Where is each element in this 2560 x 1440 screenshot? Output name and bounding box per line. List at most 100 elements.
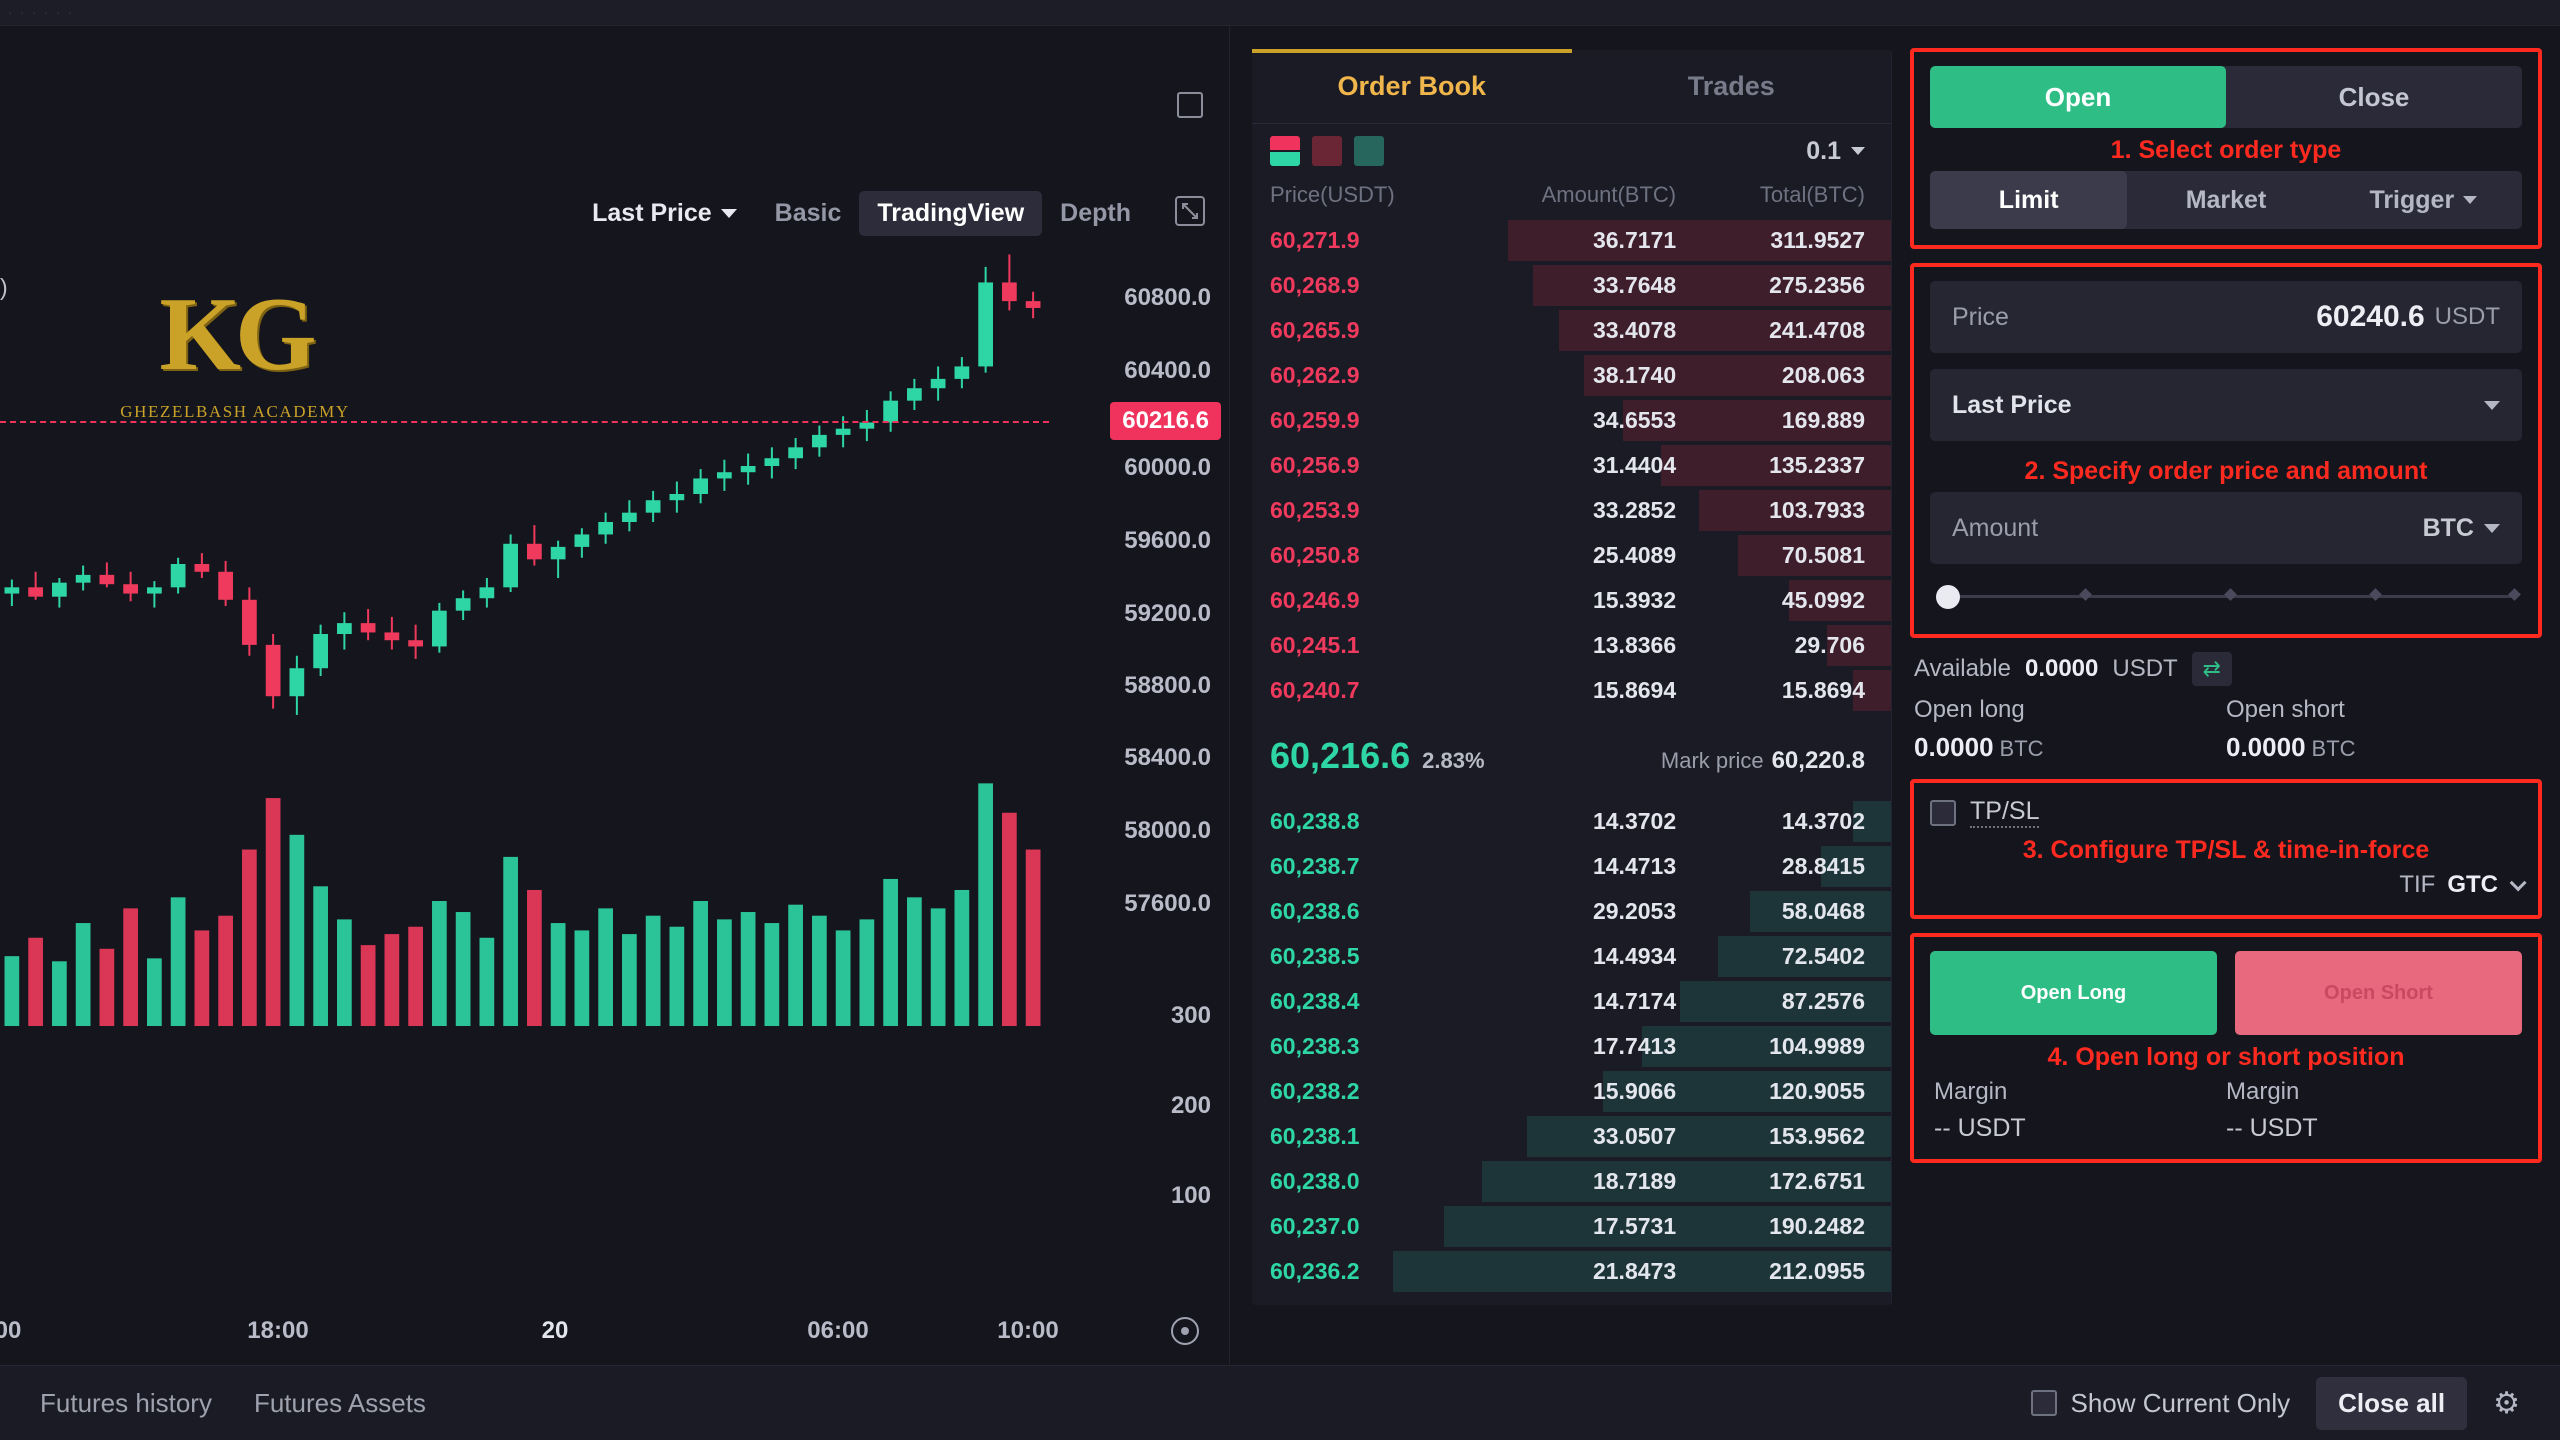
show-current-only-toggle[interactable]: Show Current Only: [2030, 1388, 2290, 1419]
price-type-dropdown[interactable]: Last Price: [1930, 369, 2522, 441]
tab-trigger[interactable]: Trigger: [2325, 171, 2522, 229]
open-long-capacity: Open long 0.0000 BTC: [1914, 696, 2226, 763]
x-tick: 06:00: [807, 1317, 869, 1344]
tab-limit[interactable]: Limit: [1930, 171, 2128, 229]
swap-icon[interactable]: ⇄: [2191, 652, 2232, 686]
open-long-button[interactable]: Open Long: [1930, 951, 2217, 1035]
cell-price: 60,238.4: [1270, 987, 1360, 1014]
table-row[interactable]: 60,253.9 33.2852 103.7933: [1252, 488, 1891, 533]
y-tick: 58800.0: [1124, 672, 1211, 699]
amount-input[interactable]: Amount BTC: [1930, 492, 2522, 564]
cell-total: 212.0955: [1769, 1257, 1865, 1284]
cell-amount: 17.5731: [1592, 1212, 1677, 1239]
open-short-button[interactable]: Open Short: [2235, 951, 2522, 1035]
top-strip: · · · · · ·: [0, 0, 2560, 26]
show-current-only-checkbox[interactable]: [2030, 1390, 2057, 1416]
open-short-value: 0.0000: [2226, 732, 2306, 762]
tpsl-label: TP/SL: [1970, 797, 2040, 828]
ask-rows: 60,271.9 36.7171 311.9527 60,268.9 33.7648 27…: [1252, 218, 1891, 725]
settings-icon[interactable]: ⚙: [2493, 1386, 2520, 1421]
depth-view-bids-icon[interactable]: [1354, 136, 1384, 166]
table-row[interactable]: 60,238.5 14.4934 72.5402: [1252, 934, 1891, 979]
table-row[interactable]: 60,238.2 15.9066 120.9055: [1252, 1069, 1891, 1114]
tab-limit-label: Limit: [1998, 185, 2059, 214]
open-short-unit: BTC: [2311, 736, 2356, 761]
cell-amount: 18.7189: [1592, 1167, 1677, 1194]
window-icon[interactable]: [1177, 92, 1203, 118]
table-row[interactable]: 60,238.4 14.7174 87.2576: [1252, 979, 1891, 1024]
open-close-tabs: Open Close: [1930, 66, 2522, 128]
amount-slider[interactable]: [1936, 580, 2522, 614]
table-row[interactable]: 60,238.8 14.3702 14.3702: [1252, 799, 1891, 844]
tpsl-checkbox[interactable]: [1930, 799, 1956, 826]
table-row[interactable]: 60,250.8 25.4089 70.5081: [1252, 533, 1891, 578]
depth-view-both-icon[interactable]: [1270, 136, 1300, 166]
chart-area[interactable]: KG GHEZELBASH ACADEMY ) 60800.0 60400.0 …: [0, 186, 1229, 1365]
cell-price: 60,238.1: [1270, 1122, 1360, 1149]
cell-amount: 14.3702: [1592, 807, 1677, 834]
cell-price: 60,268.9: [1270, 272, 1360, 298]
bid-rows: 60,238.8 14.3702 14.3702 60,238.7 14.4713 28.…: [1252, 799, 1891, 1306]
cell-total: 135.2337: [1769, 452, 1865, 478]
cell-price: 60,246.9: [1270, 587, 1360, 613]
slider-tick: [2079, 588, 2092, 601]
tab-futures-history[interactable]: Futures history: [40, 1388, 212, 1419]
table-row[interactable]: 60,238.1 33.0507 153.9562: [1252, 1114, 1891, 1159]
table-row[interactable]: 60,246.9 15.3932 45.0992: [1252, 578, 1891, 623]
amount-unit-dropdown[interactable]: BTC: [2423, 514, 2500, 543]
target-icon[interactable]: [1171, 1317, 1199, 1345]
price-input[interactable]: Price 60240.6 USDT: [1930, 281, 2522, 353]
table-row[interactable]: 60,238.6 29.2053 58.0468: [1252, 889, 1891, 934]
y-tick: 60800.0: [1124, 284, 1211, 311]
cell-amount: 33.4078: [1592, 317, 1677, 343]
table-row[interactable]: 60,259.9 34.6553 169.889: [1252, 398, 1891, 443]
cell-total: 70.5081: [1781, 542, 1865, 568]
table-row[interactable]: 60,238.7 14.4713 28.8415: [1252, 844, 1891, 889]
table-row[interactable]: 60,240.7 15.8694 15.8694: [1252, 668, 1891, 713]
open-capacity-row: Open long 0.0000 BTC Open short 0.0000 BTC: [1914, 696, 2538, 763]
mark-price-label: Mark price: [1660, 747, 1764, 773]
table-row[interactable]: 60,262.9 38.1740 208.063: [1252, 353, 1891, 398]
table-row[interactable]: 60,265.9 33.4078 241.4708: [1252, 308, 1891, 353]
order-entry-panel: Open Close 1. Select order type Limit Ma…: [1892, 26, 2560, 1365]
table-row[interactable]: 60,245.1 13.8366 29.706: [1252, 623, 1891, 668]
bottom-bar: Futures history Futures Assets Show Curr…: [0, 1365, 2560, 1440]
step4-annotation-text: 4. Open long or short position: [2047, 1043, 2405, 1071]
cell-price: 60,238.0: [1270, 1167, 1360, 1194]
depth-view-asks-icon[interactable]: [1312, 136, 1342, 166]
table-row[interactable]: 60,238.3 17.7413 104.9989: [1252, 1024, 1891, 1069]
chevron-down-icon: [2484, 523, 2500, 533]
tab-futures-assets[interactable]: Futures Assets: [254, 1388, 426, 1419]
cell-total: 14.3702: [1781, 807, 1865, 834]
tif-row[interactable]: TIF GTC: [1930, 871, 2527, 899]
tab-open[interactable]: Open: [1930, 66, 2226, 128]
tab-close[interactable]: Close: [2226, 66, 2522, 128]
cell-amount: 31.4404: [1592, 452, 1677, 478]
slider-knob[interactable]: [1936, 585, 1960, 609]
table-row[interactable]: 60,271.9 36.7171 311.9527: [1252, 218, 1891, 263]
tab-order-book[interactable]: Order Book: [1252, 49, 1572, 123]
tpsl-row[interactable]: TP/SL: [1930, 797, 2522, 828]
open-long-unit: BTC: [1999, 736, 2044, 761]
table-row[interactable]: 60,237.0 17.5731 190.2482: [1252, 1204, 1891, 1249]
table-row[interactable]: 60,256.9 31.4404 135.2337: [1252, 443, 1891, 488]
tab-trigger-label: Trigger: [2369, 185, 2455, 214]
step2-annotation-text: 2. Specify order price and amount: [2024, 457, 2428, 485]
cell-total: 120.9055: [1769, 1077, 1865, 1104]
tab-market[interactable]: Market: [2127, 171, 2324, 229]
order-buttons-row: Open Long Open Short: [1930, 951, 2522, 1035]
cell-total: 58.0468: [1781, 897, 1865, 924]
precision-selector[interactable]: 0.1: [1806, 137, 1865, 166]
table-row[interactable]: 60,268.9 33.7648 275.2356: [1252, 263, 1891, 308]
step4-annotation-box: Open Long Open Short 4. Open long or sho…: [1910, 933, 2542, 1163]
cell-amount: 15.8694: [1592, 677, 1677, 703]
bottom-bar-right: Show Current Only Close all ⚙: [2030, 1376, 2520, 1430]
last-price: 60,216.6: [1270, 734, 1411, 776]
tab-trades[interactable]: Trades: [1572, 50, 1892, 123]
price-axis: 60800.0 60400.0 60216.6 60000.0 59600.0 …: [1049, 186, 1229, 1365]
table-row[interactable]: 60,238.0 18.7189 172.6751: [1252, 1159, 1891, 1204]
y-tick: 60400.0: [1124, 357, 1211, 384]
cell-price: 60,236.2: [1270, 1257, 1360, 1284]
close-all-button[interactable]: Close all: [2316, 1376, 2468, 1430]
table-row[interactable]: 60,236.2 21.8473 212.0955: [1252, 1249, 1891, 1294]
